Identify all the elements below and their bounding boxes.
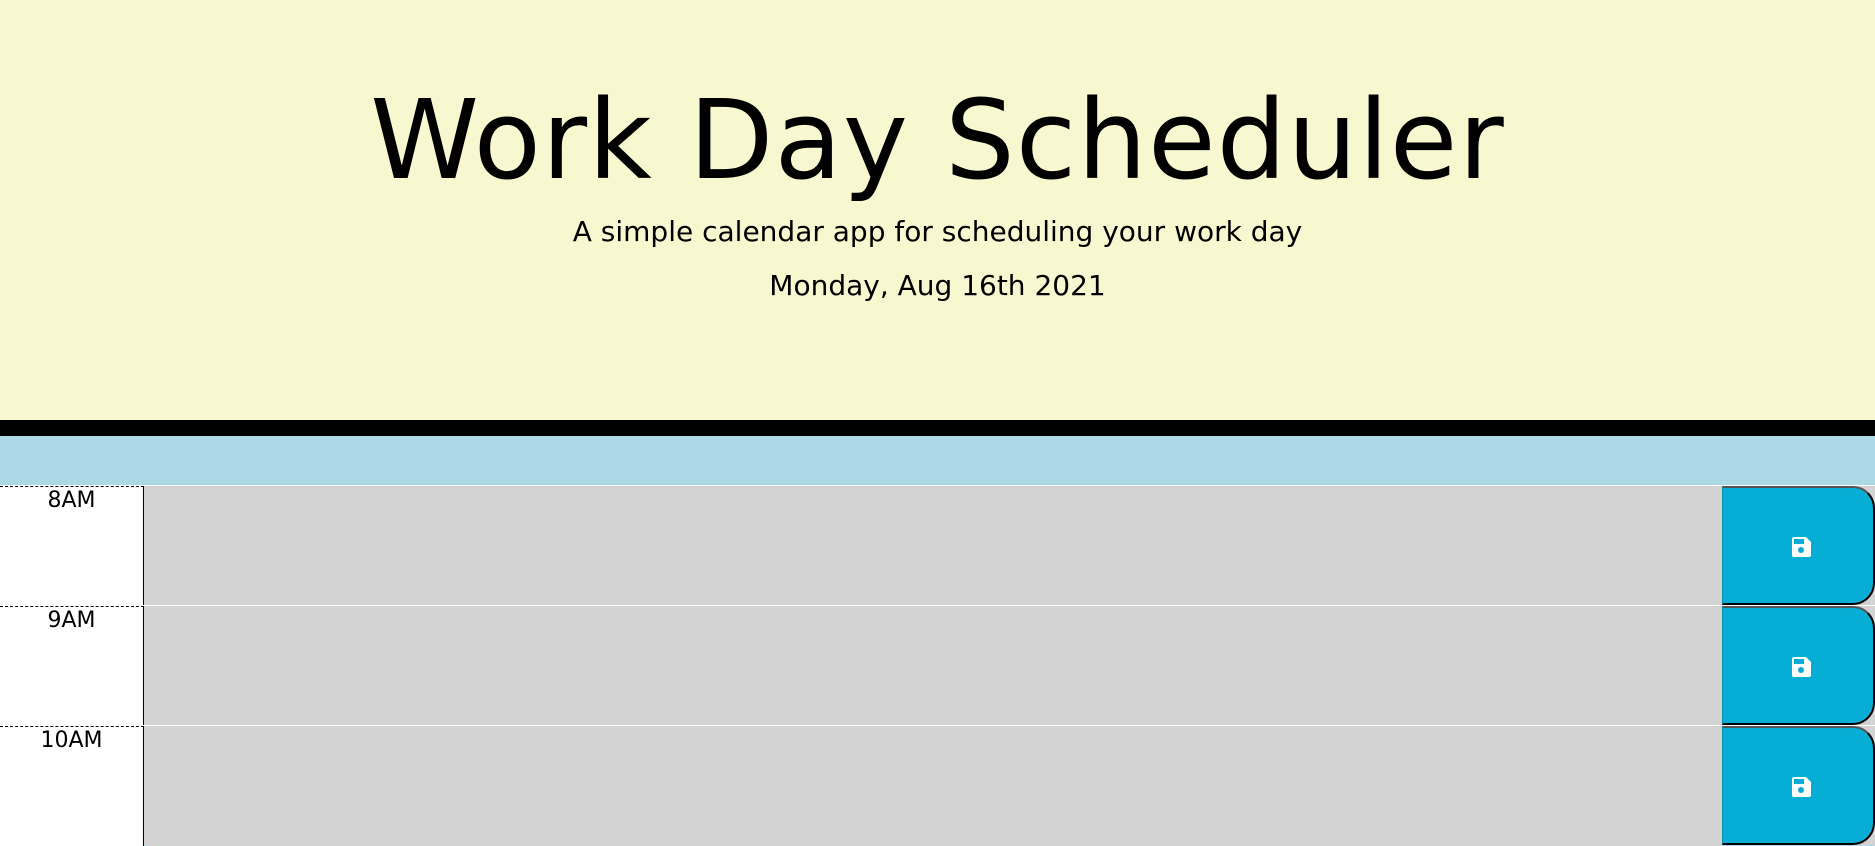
time-block-row: 8AM — [0, 485, 1875, 606]
current-day: Monday, Aug 16th 2021 — [769, 269, 1106, 302]
save-button[interactable] — [1722, 606, 1875, 725]
hour-label: 10AM — [0, 726, 144, 846]
time-block-row: 10AM — [0, 725, 1875, 846]
save-icon — [1792, 657, 1811, 677]
time-block-list: 8AM 9AM 10AM — [0, 485, 1875, 846]
container-spacer — [0, 436, 1875, 486]
save-button[interactable] — [1722, 726, 1875, 845]
page-subtitle: A simple calendar app for scheduling you… — [572, 215, 1303, 248]
event-description-input[interactable] — [145, 606, 1722, 726]
page-title: Work Day Scheduler — [370, 76, 1505, 204]
event-description-input[interactable] — [145, 486, 1722, 606]
save-icon — [1792, 537, 1811, 557]
event-description-input[interactable] — [145, 726, 1722, 846]
header-jumbotron: Work Day Scheduler A simple calendar app… — [0, 0, 1875, 436]
hour-label: 9AM — [0, 606, 144, 726]
hour-label: 8AM — [0, 486, 144, 606]
save-button[interactable] — [1722, 486, 1875, 605]
time-block-row: 9AM — [0, 605, 1875, 726]
save-icon — [1792, 777, 1811, 797]
